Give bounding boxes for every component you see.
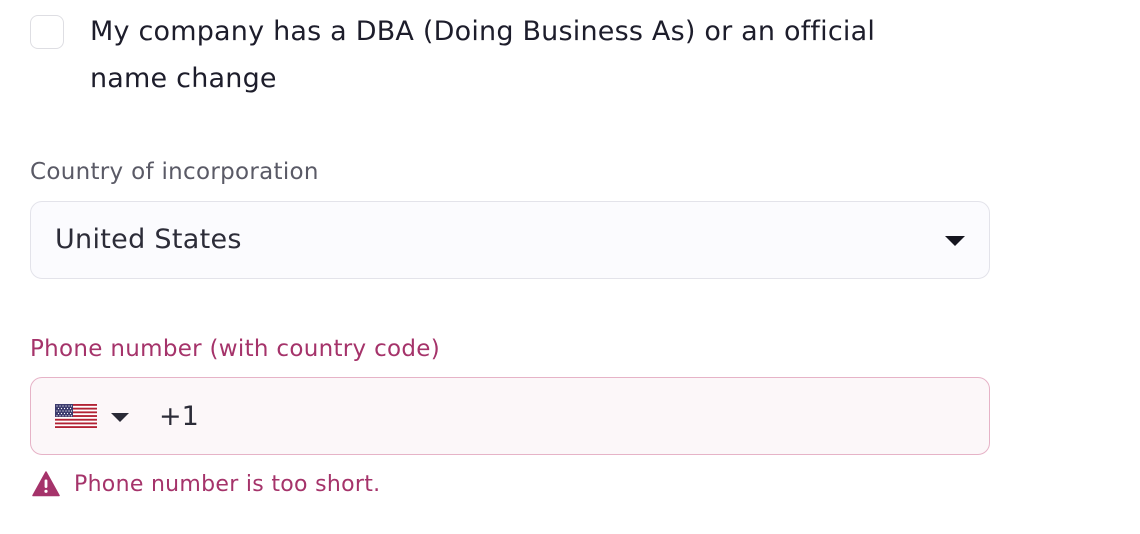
dba-checkbox-label[interactable]: My company has a DBA (Doing Business As)… <box>90 8 950 102</box>
phone-error-message: Phone number is too short. <box>74 472 381 497</box>
phone-error: Phone number is too short. <box>32 470 632 500</box>
phone-input[interactable] <box>159 378 959 454</box>
warning-icon <box>32 471 60 497</box>
company-details-form: My company has a DBA (Doing Business As)… <box>0 0 1140 534</box>
caret-down-icon <box>111 413 129 422</box>
phone-country-picker[interactable] <box>55 378 137 454</box>
country-label: Country of incorporation <box>30 159 319 185</box>
country-select[interactable]: United States <box>30 201 990 279</box>
phone-label: Phone number (with country code) <box>30 336 441 362</box>
caret-down-icon <box>945 236 965 246</box>
phone-field[interactable] <box>30 377 990 455</box>
us-flag-icon <box>55 404 97 428</box>
country-select-value: United States <box>55 224 242 255</box>
dba-checkbox[interactable] <box>30 15 64 49</box>
